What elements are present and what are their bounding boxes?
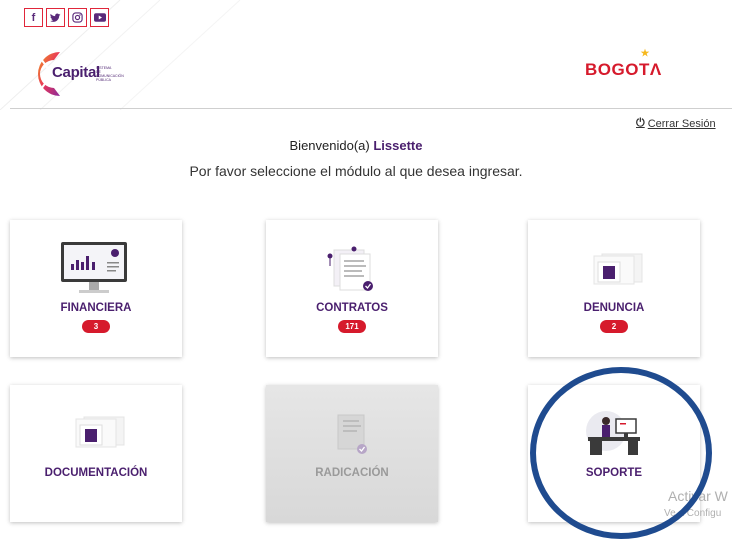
module-label: SOPORTE: [585, 467, 643, 479]
power-icon: ⏻: [636, 117, 645, 129]
windows-activation-watermark-sub: Ve a Configu: [664, 508, 722, 519]
logout-label: Cerrar Sesión: [647, 117, 716, 130]
bogota-logo: BOGOTΛ: [585, 60, 662, 79]
notification-badge: 3: [82, 320, 110, 333]
denuncia-document-icon: [593, 253, 643, 285]
module-card-contratos[interactable]: CONTRATOS 171: [266, 220, 438, 357]
instagram-icon[interactable]: [68, 8, 87, 27]
welcome-message: Bienvenido(a) Lissette: [0, 138, 712, 153]
contracts-icon: [327, 246, 373, 291]
social-links: f: [24, 8, 109, 27]
module-card-documentacion[interactable]: DOCUMENTACIÓN: [10, 385, 182, 522]
documentation-icon: [75, 416, 125, 448]
module-label: DOCUMENTACIÓN: [44, 467, 148, 479]
module-label: FINANCIERA: [60, 302, 132, 314]
module-prompt: Por favor seleccione el módulo al que de…: [189, 163, 523, 179]
twitter-icon[interactable]: [46, 8, 65, 27]
module-label: CONTRATOS: [316, 302, 388, 314]
support-person-icon: [586, 411, 640, 455]
module-card-radicacion: RADICACIÓN: [266, 385, 438, 522]
financial-monitor-icon: [61, 242, 127, 293]
module-card-denuncia[interactable]: DENUNCIA 2: [528, 220, 700, 357]
module-label: DENUNCIA: [583, 302, 645, 314]
welcome-prefix: Bienvenido(a): [289, 138, 374, 153]
module-card-financiera[interactable]: FINANCIERA 3: [10, 220, 182, 357]
youtube-icon[interactable]: [90, 8, 109, 27]
user-name: Lissette: [373, 138, 423, 153]
notification-badge: 2: [600, 320, 628, 333]
header-divider: [10, 108, 732, 109]
radicacion-icon: [337, 414, 367, 454]
module-label: RADICACIÓN: [315, 467, 389, 479]
windows-activation-watermark: Activar W: [668, 488, 728, 504]
logout-link[interactable]: ⏻ Cerrar Sesión: [636, 117, 716, 130]
capital-logo-text: Capital: [52, 64, 100, 81]
capital-logo-subtitle: SISTEMA DE COMUNICACIÓN PÚBLICA: [96, 66, 124, 82]
notification-badge: 171: [338, 320, 366, 333]
facebook-icon[interactable]: f: [24, 8, 43, 27]
